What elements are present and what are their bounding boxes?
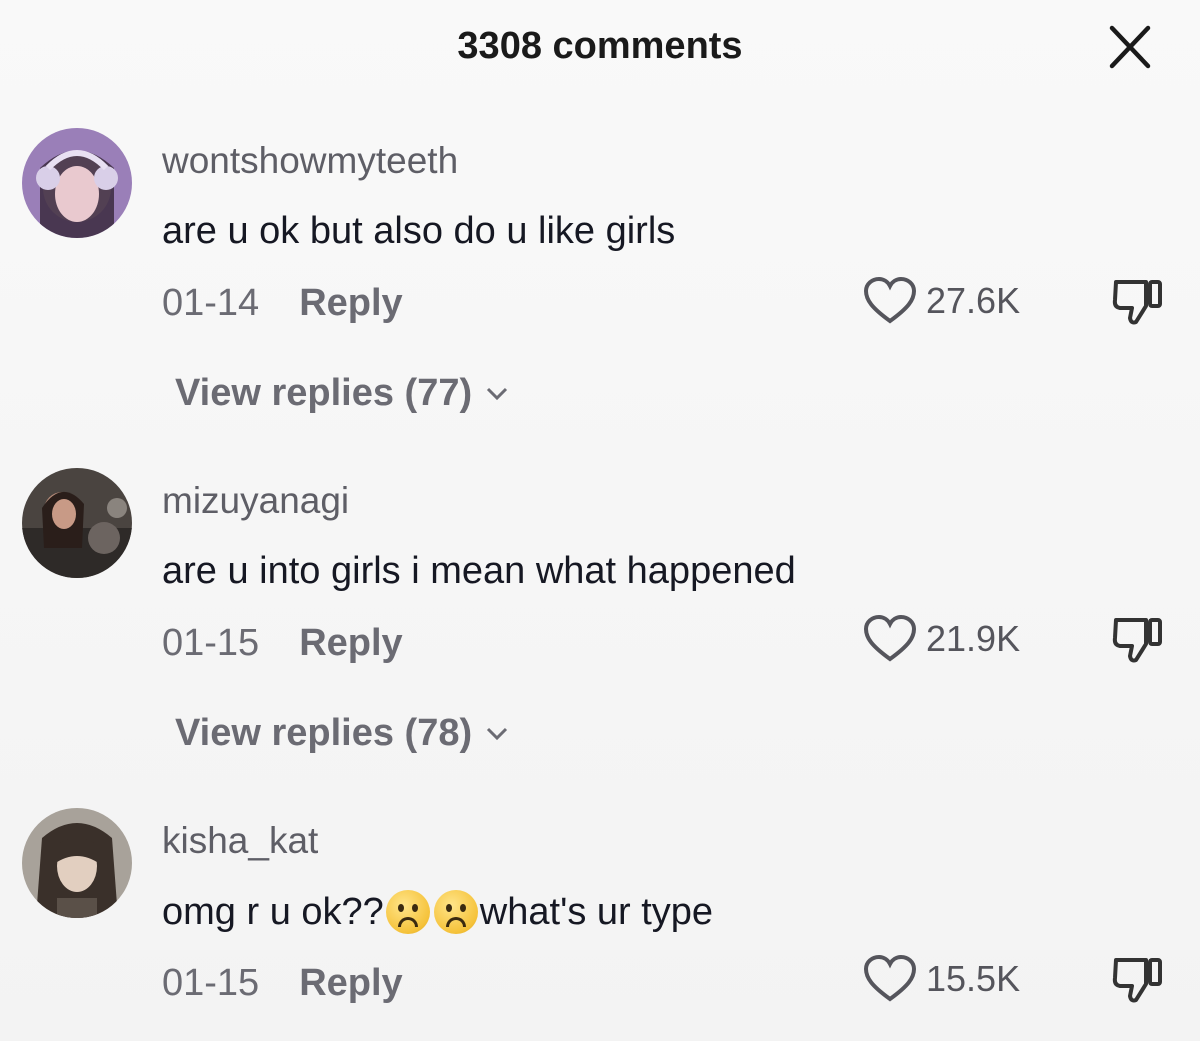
comment-date: 01-14 — [162, 282, 260, 324]
like-count: 27.6K — [926, 280, 1021, 321]
view-replies-button[interactable]: View replies (78) — [175, 712, 508, 755]
comment-text-part: omg r u ok?? — [162, 890, 384, 933]
avatar[interactable] — [22, 468, 132, 578]
view-replies-label: View replies (78) — [175, 712, 473, 754]
close-icon — [1109, 25, 1151, 69]
comment-text-part: what's ur type — [479, 890, 714, 933]
reply-button[interactable]: Reply — [299, 962, 402, 1005]
like-button[interactable]: 15.5K — [862, 954, 1020, 1004]
comments-count-title: 3308 comments — [457, 25, 743, 67]
comment-text: are u into girls i mean what happened — [162, 550, 796, 592]
like-button[interactable]: 27.6K — [862, 276, 1020, 326]
comment-date: 01-15 — [162, 962, 260, 1004]
comment-username[interactable]: mizuyanagi — [162, 480, 349, 522]
close-button[interactable] — [1100, 22, 1160, 72]
frowning-face-icon — [385, 890, 430, 934]
reply-button[interactable]: Reply — [299, 622, 402, 665]
comment-meta: 01-15 Reply — [162, 622, 403, 665]
comment-text: omg r u ok?? what's ur type — [162, 890, 713, 934]
view-replies-label: View replies (77) — [175, 372, 473, 414]
comment-date: 01-15 — [162, 622, 260, 664]
dislike-icon[interactable] — [1110, 952, 1166, 1008]
frowning-face-icon — [433, 890, 478, 934]
heart-icon — [863, 954, 917, 1002]
avatar[interactable] — [22, 808, 132, 918]
avatar[interactable] — [22, 128, 132, 238]
comments-header: 3308 comments — [0, 0, 1200, 96]
comment-meta: 01-15 Reply — [162, 962, 403, 1005]
reply-button[interactable]: Reply — [299, 282, 402, 325]
heart-icon — [863, 276, 917, 324]
comments-sheet: 3308 comments wontshowmyteeth are u ok b… — [0, 0, 1200, 1041]
comment-text: are u ok but also do u like girls — [162, 210, 676, 252]
dislike-icon[interactable] — [1110, 612, 1166, 668]
view-replies-button[interactable]: View replies (77) — [175, 372, 508, 415]
comment-meta: 01-14 Reply — [162, 282, 403, 325]
like-count: 21.9K — [926, 618, 1021, 659]
comment-username[interactable]: wontshowmyteeth — [162, 140, 458, 182]
chevron-down-icon — [487, 727, 508, 740]
dislike-icon[interactable] — [1110, 274, 1166, 330]
comment-username[interactable]: kisha_kat — [162, 820, 318, 862]
heart-icon — [863, 614, 917, 662]
chevron-down-icon — [487, 387, 508, 400]
like-count: 15.5K — [926, 958, 1021, 999]
like-button[interactable]: 21.9K — [862, 614, 1020, 664]
